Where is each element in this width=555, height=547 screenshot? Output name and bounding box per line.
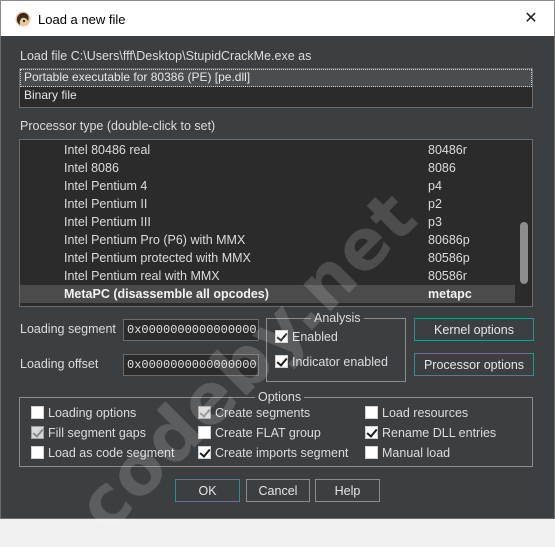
processor-list[interactable]: Intel 80486 real 80486r Intel 8086 8086 … <box>19 139 533 307</box>
processor-name: Intel 8086 <box>64 161 119 175</box>
processor-name: Intel Pentium protected with MMX <box>64 251 251 265</box>
checkbox-box[interactable] <box>31 446 44 459</box>
loading-options-label: Loading options <box>48 406 137 420</box>
window-title: Load a new file <box>38 12 126 27</box>
processor-row[interactable]: Intel Pentium real with MMX 80586r <box>20 267 516 285</box>
processor-code: 80586p <box>428 251 470 265</box>
processor-type-label: Processor type (double-click to set) <box>20 119 216 133</box>
processor-name: Intel Pentium III <box>64 215 151 229</box>
create-flat-group-label: Create FLAT group <box>215 426 321 440</box>
manual-load-label: Manual load <box>382 446 451 460</box>
dialog-body: Load file C:\Users\fff\Desktop\StupidCra… <box>0 36 555 547</box>
create-imports-segment-checkbox[interactable]: Create imports segment <box>198 444 360 462</box>
fill-segment-gaps-checkbox[interactable]: Fill segment gaps <box>31 424 181 442</box>
indicator-enabled-checkbox-label: Indicator enabled <box>292 355 388 369</box>
checkbox-box[interactable] <box>365 406 378 419</box>
processor-row[interactable]: Intel Pentium II p2 <box>20 195 516 213</box>
processor-row[interactable]: Intel Pentium Pro (P6) with MMX 80686p <box>20 231 516 249</box>
processor-code: p3 <box>428 215 442 229</box>
title-bar: Load a new file ✕ <box>0 0 555 36</box>
load-file-label: Load file C:\Users\fff\Desktop\StupidCra… <box>20 49 312 63</box>
manual-load-checkbox[interactable]: Manual load <box>365 444 515 462</box>
cancel-button[interactable]: Cancel <box>246 479 310 502</box>
processor-name: Intel Pentium 4 <box>64 179 148 193</box>
processor-row[interactable]: Intel Pentium III p3 <box>20 213 516 231</box>
ok-button[interactable]: OK <box>175 479 240 502</box>
ida-app-icon <box>15 11 31 27</box>
enabled-checkbox[interactable]: Enabled <box>275 328 395 346</box>
scrollbar-thumb[interactable] <box>520 222 528 284</box>
loading-segment-input[interactable]: 0x0000000000000000 <box>123 319 259 341</box>
processor-row[interactable]: Intel Pentium protected with MMX 80586p <box>20 249 516 267</box>
checkbox-box[interactable] <box>198 406 211 419</box>
create-flat-group-checkbox[interactable]: Create FLAT group <box>198 424 358 442</box>
indicator-enabled-checkbox[interactable]: Indicator enabled <box>275 353 401 371</box>
processor-row[interactable]: Intel Pentium 4 p4 <box>20 177 516 195</box>
checkbox-box[interactable] <box>275 330 288 343</box>
rename-dll-entries-label: Rename DLL entries <box>382 426 497 440</box>
processor-name: Intel Pentium real with MMX <box>64 269 220 283</box>
processor-code: 80586r <box>428 269 467 283</box>
processor-row[interactable]: Intel 80486 real 80486r <box>20 141 516 159</box>
processor-row[interactable]: Intel 8086 8086 <box>20 159 516 177</box>
checkbox-box[interactable] <box>365 426 378 439</box>
processor-code: 80686p <box>428 233 470 247</box>
processor-code: 80486r <box>428 143 467 157</box>
checkbox-box[interactable] <box>275 355 288 368</box>
file-type-list[interactable]: Portable executable for 80386 (PE) [pe.d… <box>19 68 533 108</box>
enabled-checkbox-label: Enabled <box>292 330 338 344</box>
processor-row-selected[interactable]: MetaPC (disassemble all opcodes) metapc <box>20 285 516 303</box>
load-as-code-segment-label: Load as code segment <box>48 446 175 460</box>
load-resources-checkbox[interactable]: Load resources <box>365 404 515 422</box>
processor-code: 8086 <box>428 161 456 175</box>
loading-options-checkbox[interactable]: Loading options <box>31 404 181 422</box>
processor-code: p2 <box>428 197 442 211</box>
rename-dll-entries-checkbox[interactable]: Rename DLL entries <box>365 424 515 442</box>
kernel-options-button[interactable]: Kernel options <box>414 318 534 341</box>
checkbox-box[interactable] <box>365 446 378 459</box>
options-group-title: Options <box>255 389 305 405</box>
create-segments-checkbox[interactable]: Create segments <box>198 404 358 422</box>
processor-name: Intel Pentium II <box>64 197 148 211</box>
close-icon[interactable]: ✕ <box>508 1 554 37</box>
checkbox-box[interactable] <box>31 406 44 419</box>
analysis-group-title: Analysis <box>311 310 364 326</box>
fill-segment-gaps-label: Fill segment gaps <box>48 426 146 440</box>
load-resources-label: Load resources <box>382 406 469 420</box>
checkbox-box[interactable] <box>31 426 44 439</box>
processor-options-button[interactable]: Processor options <box>414 353 534 376</box>
loading-segment-label: Loading segment <box>20 322 116 336</box>
processor-code: metapc <box>428 287 472 301</box>
load-as-code-segment-checkbox[interactable]: Load as code segment <box>31 444 191 462</box>
create-segments-label: Create segments <box>215 406 311 420</box>
list-item[interactable]: Portable executable for 80386 (PE) [pe.d… <box>20 69 532 87</box>
processor-name: Intel 80486 real <box>64 143 151 157</box>
list-item[interactable]: Binary file <box>20 87 532 105</box>
help-button[interactable]: Help <box>315 479 380 502</box>
create-imports-segment-label: Create imports segment <box>215 446 349 460</box>
loading-offset-label: Loading offset <box>20 357 99 371</box>
loading-offset-input[interactable]: 0x0000000000000000 <box>123 354 259 376</box>
checkbox-box[interactable] <box>198 426 211 439</box>
processor-code: p4 <box>428 179 442 193</box>
processor-name: MetaPC (disassemble all opcodes) <box>64 287 269 301</box>
processor-list-scrollbar[interactable] <box>515 140 532 306</box>
checkbox-box[interactable] <box>198 446 211 459</box>
processor-name: Intel Pentium Pro (P6) with MMX <box>64 233 246 247</box>
